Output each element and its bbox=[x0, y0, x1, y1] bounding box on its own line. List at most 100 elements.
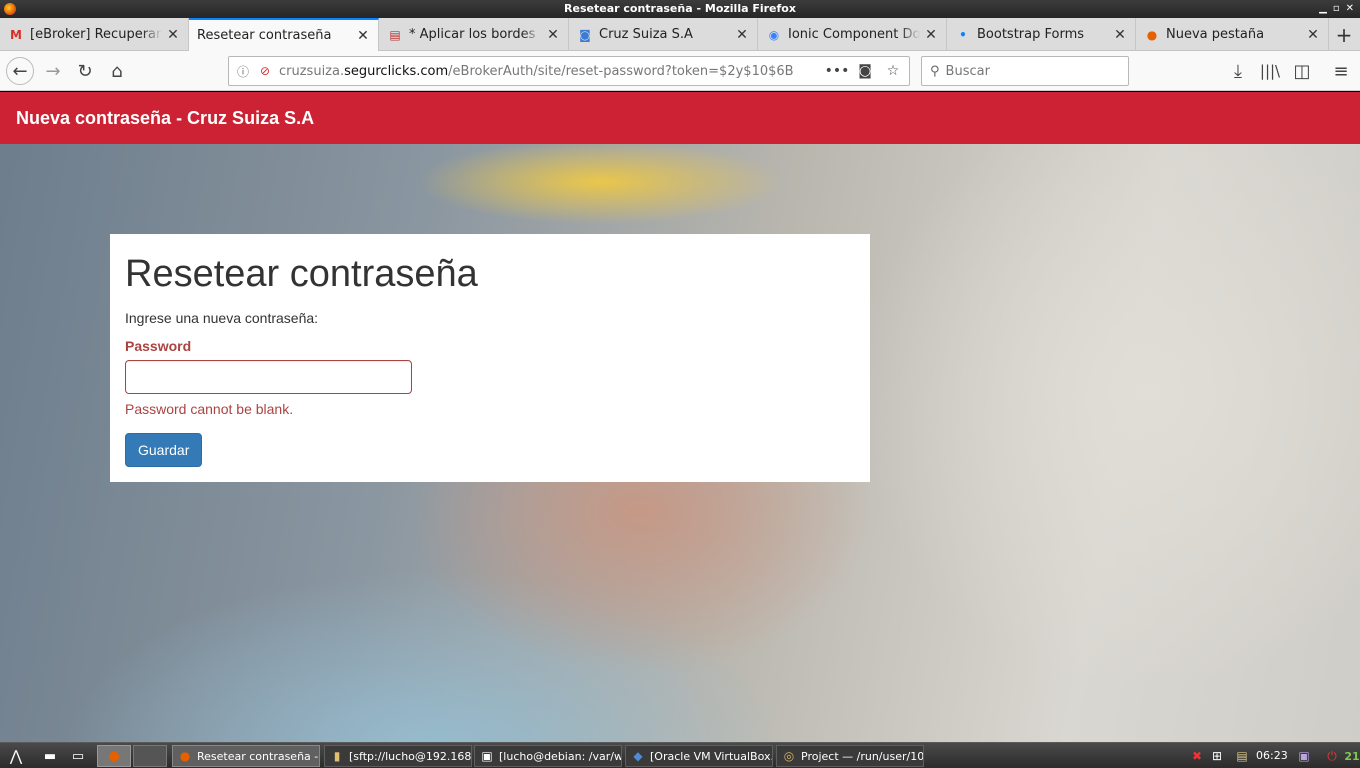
monitor-icon[interactable]: ▣ bbox=[1294, 743, 1314, 768]
taskbar-item-label: [lucho@debian: /var/w... bbox=[499, 749, 622, 763]
reload-icon: ↻ bbox=[77, 60, 93, 82]
network-error-icon[interactable]: ✖ bbox=[1190, 743, 1204, 768]
taskbar-item-label: Project — /run/user/10... bbox=[801, 749, 924, 763]
close-tab-icon[interactable]: ✕ bbox=[1306, 27, 1320, 43]
intro-text: Ingrese una nueva contraseña: bbox=[125, 310, 319, 326]
date-indicator: 21 bbox=[1344, 749, 1360, 763]
url-bar[interactable]: ⓘ ⊘ cruzsuiza.segurclicks.com/eBrokerAut… bbox=[228, 56, 910, 86]
forward-button[interactable]: → bbox=[39, 57, 67, 85]
page-title: Resetear contraseña bbox=[125, 253, 478, 295]
taskbar: ⋀ ▬ ▭ ● ● Resetear contraseña - ... ▮ [s… bbox=[0, 742, 1360, 768]
tab-bootstrap-forms[interactable]: • Bootstrap Forms ✕ bbox=[947, 18, 1136, 51]
info-icon[interactable]: ⓘ bbox=[235, 63, 251, 79]
search-icon: ⚲ bbox=[930, 63, 940, 79]
downloads-button[interactable]: ⤓ bbox=[1224, 57, 1252, 85]
ionic-icon: ◉ bbox=[768, 27, 780, 42]
insecure-lock-icon[interactable]: ⊘ bbox=[257, 63, 273, 79]
firefox-icon: ● bbox=[179, 749, 191, 763]
download-icon: ⤓ bbox=[1234, 60, 1242, 82]
close-tab-icon[interactable]: ✕ bbox=[546, 27, 560, 43]
tab-strip: M [eBroker] Recuperar ✕ Resetear contras… bbox=[0, 18, 1360, 51]
password-label: Password bbox=[125, 338, 192, 354]
gmail-icon: M bbox=[10, 27, 22, 42]
tab-label: Nueva pestaña bbox=[1166, 27, 1265, 42]
close-tab-icon[interactable]: ✕ bbox=[356, 28, 370, 44]
pocket-icon[interactable]: ◙ bbox=[855, 61, 875, 81]
page-icon: ◙ bbox=[579, 27, 591, 42]
tab-label: Resetear contraseña bbox=[197, 28, 332, 43]
taskbar-item-label: [Oracle VM VirtualBox... bbox=[650, 749, 773, 763]
workspace-2[interactable] bbox=[133, 745, 167, 767]
file-manager-icon[interactable]: ▭ bbox=[66, 745, 90, 767]
tab-label: [eBroker] Recuperar bbox=[30, 27, 162, 42]
taskbar-item-label: [sftp://lucho@192.168.... bbox=[349, 749, 472, 763]
dot-icon: • bbox=[959, 27, 967, 42]
tab-label: Cruz Suiza S.A bbox=[599, 27, 693, 42]
workspace-1[interactable]: ● bbox=[97, 745, 131, 767]
home-button[interactable]: ⌂ bbox=[103, 57, 131, 85]
guardar-button[interactable]: Guardar bbox=[125, 433, 203, 467]
firefox-icon: ● bbox=[1146, 27, 1158, 42]
hamburger-icon: ≡ bbox=[1333, 60, 1349, 82]
tab-resetear[interactable]: Resetear contraseña ✕ bbox=[189, 18, 379, 51]
sidebar-icon: ◫ bbox=[1293, 60, 1311, 82]
tab-nueva-pestana[interactable]: ● Nueva pestaña ✕ bbox=[1136, 18, 1329, 51]
window-title: Resetear contraseña - Mozilla Firefox bbox=[564, 2, 796, 15]
taskbar-item-virtualbox[interactable]: ◆ [Oracle VM VirtualBox... bbox=[625, 745, 773, 767]
url-domain: segurclicks.com bbox=[344, 63, 449, 79]
url-text[interactable]: cruzsuiza.segurclicks.com/eBrokerAuth/si… bbox=[279, 64, 819, 79]
new-tab-button[interactable]: + bbox=[1329, 18, 1359, 51]
tab-ionic[interactable]: ◉ Ionic Component Do ✕ bbox=[758, 18, 947, 51]
close-tab-icon[interactable]: ✕ bbox=[924, 27, 938, 43]
terminal-icon: ▣ bbox=[481, 749, 493, 763]
library-button[interactable]: |||\ bbox=[1256, 57, 1284, 85]
back-arrow-icon: ← bbox=[12, 60, 28, 82]
taskbar-item-terminal[interactable]: ▣ [lucho@debian: /var/w... bbox=[474, 745, 622, 767]
document-icon: ▤ bbox=[389, 27, 401, 42]
menu-button[interactable]: ≡ bbox=[1327, 57, 1355, 85]
sidebar-button[interactable]: ◫ bbox=[1288, 57, 1316, 85]
tab-label: Ionic Component Do bbox=[788, 27, 920, 42]
tab-label: * Aplicar los bordes bbox=[409, 27, 536, 42]
network-icon[interactable]: ⊞ bbox=[1206, 743, 1228, 768]
close-tab-icon[interactable]: ✕ bbox=[166, 27, 180, 43]
page-header: Nueva contraseña - Cruz Suiza S.A bbox=[0, 92, 1360, 144]
firefox-icon bbox=[4, 3, 16, 15]
close-icon[interactable]: ✕ bbox=[1346, 0, 1354, 18]
tab-cruz-suiza[interactable]: ◙ Cruz Suiza S.A ✕ bbox=[569, 18, 758, 51]
forward-arrow-icon: → bbox=[45, 60, 61, 82]
library-icon: |||\ bbox=[1259, 62, 1281, 80]
window-controls: ▁ ▫ ✕ bbox=[1319, 0, 1354, 18]
minimize-icon[interactable]: ▁ bbox=[1319, 0, 1327, 18]
navigation-toolbar: ← → ↻ ⌂ ⓘ ⊘ cruzsuiza.segurclicks.com/eB… bbox=[0, 51, 1360, 91]
folder-icon: ▮ bbox=[333, 749, 341, 763]
password-error: Password cannot be blank. bbox=[125, 401, 294, 417]
start-menu-icon[interactable]: ⋀ bbox=[4, 745, 28, 767]
show-desktop-icon[interactable]: ▬ bbox=[38, 745, 62, 767]
taskbar-item-firefox[interactable]: ● Resetear contraseña - ... bbox=[172, 745, 320, 767]
virtualbox-icon: ◆ bbox=[633, 749, 643, 763]
tab-label: Bootstrap Forms bbox=[977, 27, 1085, 42]
search-bar[interactable]: ⚲ bbox=[921, 56, 1129, 86]
web-page: Nueva contraseña - Cruz Suiza S.A Resete… bbox=[0, 92, 1360, 742]
back-button[interactable]: ← bbox=[6, 57, 34, 85]
taskbar-item-sftp[interactable]: ▮ [sftp://lucho@192.168.... bbox=[324, 745, 472, 767]
url-prefix: cruzsuiza. bbox=[279, 63, 345, 79]
clipboard-icon[interactable]: ▤ bbox=[1232, 743, 1252, 768]
close-tab-icon[interactable]: ✕ bbox=[735, 27, 749, 43]
reset-password-card: Resetear contraseña Ingrese una nueva co… bbox=[110, 234, 870, 482]
bookmark-star-icon[interactable]: ☆ bbox=[883, 61, 903, 81]
password-field[interactable] bbox=[125, 360, 412, 394]
page-actions-icon[interactable]: ••• bbox=[825, 61, 850, 81]
close-tab-icon[interactable]: ✕ bbox=[1113, 27, 1127, 43]
power-icon[interactable]: ⏻ bbox=[1322, 743, 1342, 768]
reload-button[interactable]: ↻ bbox=[71, 57, 99, 85]
tab-ebroker[interactable]: M [eBroker] Recuperar ✕ bbox=[0, 18, 189, 51]
clock: 06:23 bbox=[1256, 749, 1288, 762]
search-input[interactable] bbox=[945, 63, 1106, 79]
tab-aplicar-bordes[interactable]: ▤ * Aplicar los bordes ✕ bbox=[379, 18, 569, 51]
taskbar-item-atom[interactable]: ◎ Project — /run/user/10... bbox=[776, 745, 924, 767]
maximize-icon[interactable]: ▫ bbox=[1333, 0, 1340, 18]
atom-icon: ◎ bbox=[783, 749, 795, 763]
window-titlebar: Resetear contraseña - Mozilla Firefox ▁ … bbox=[0, 0, 1360, 18]
